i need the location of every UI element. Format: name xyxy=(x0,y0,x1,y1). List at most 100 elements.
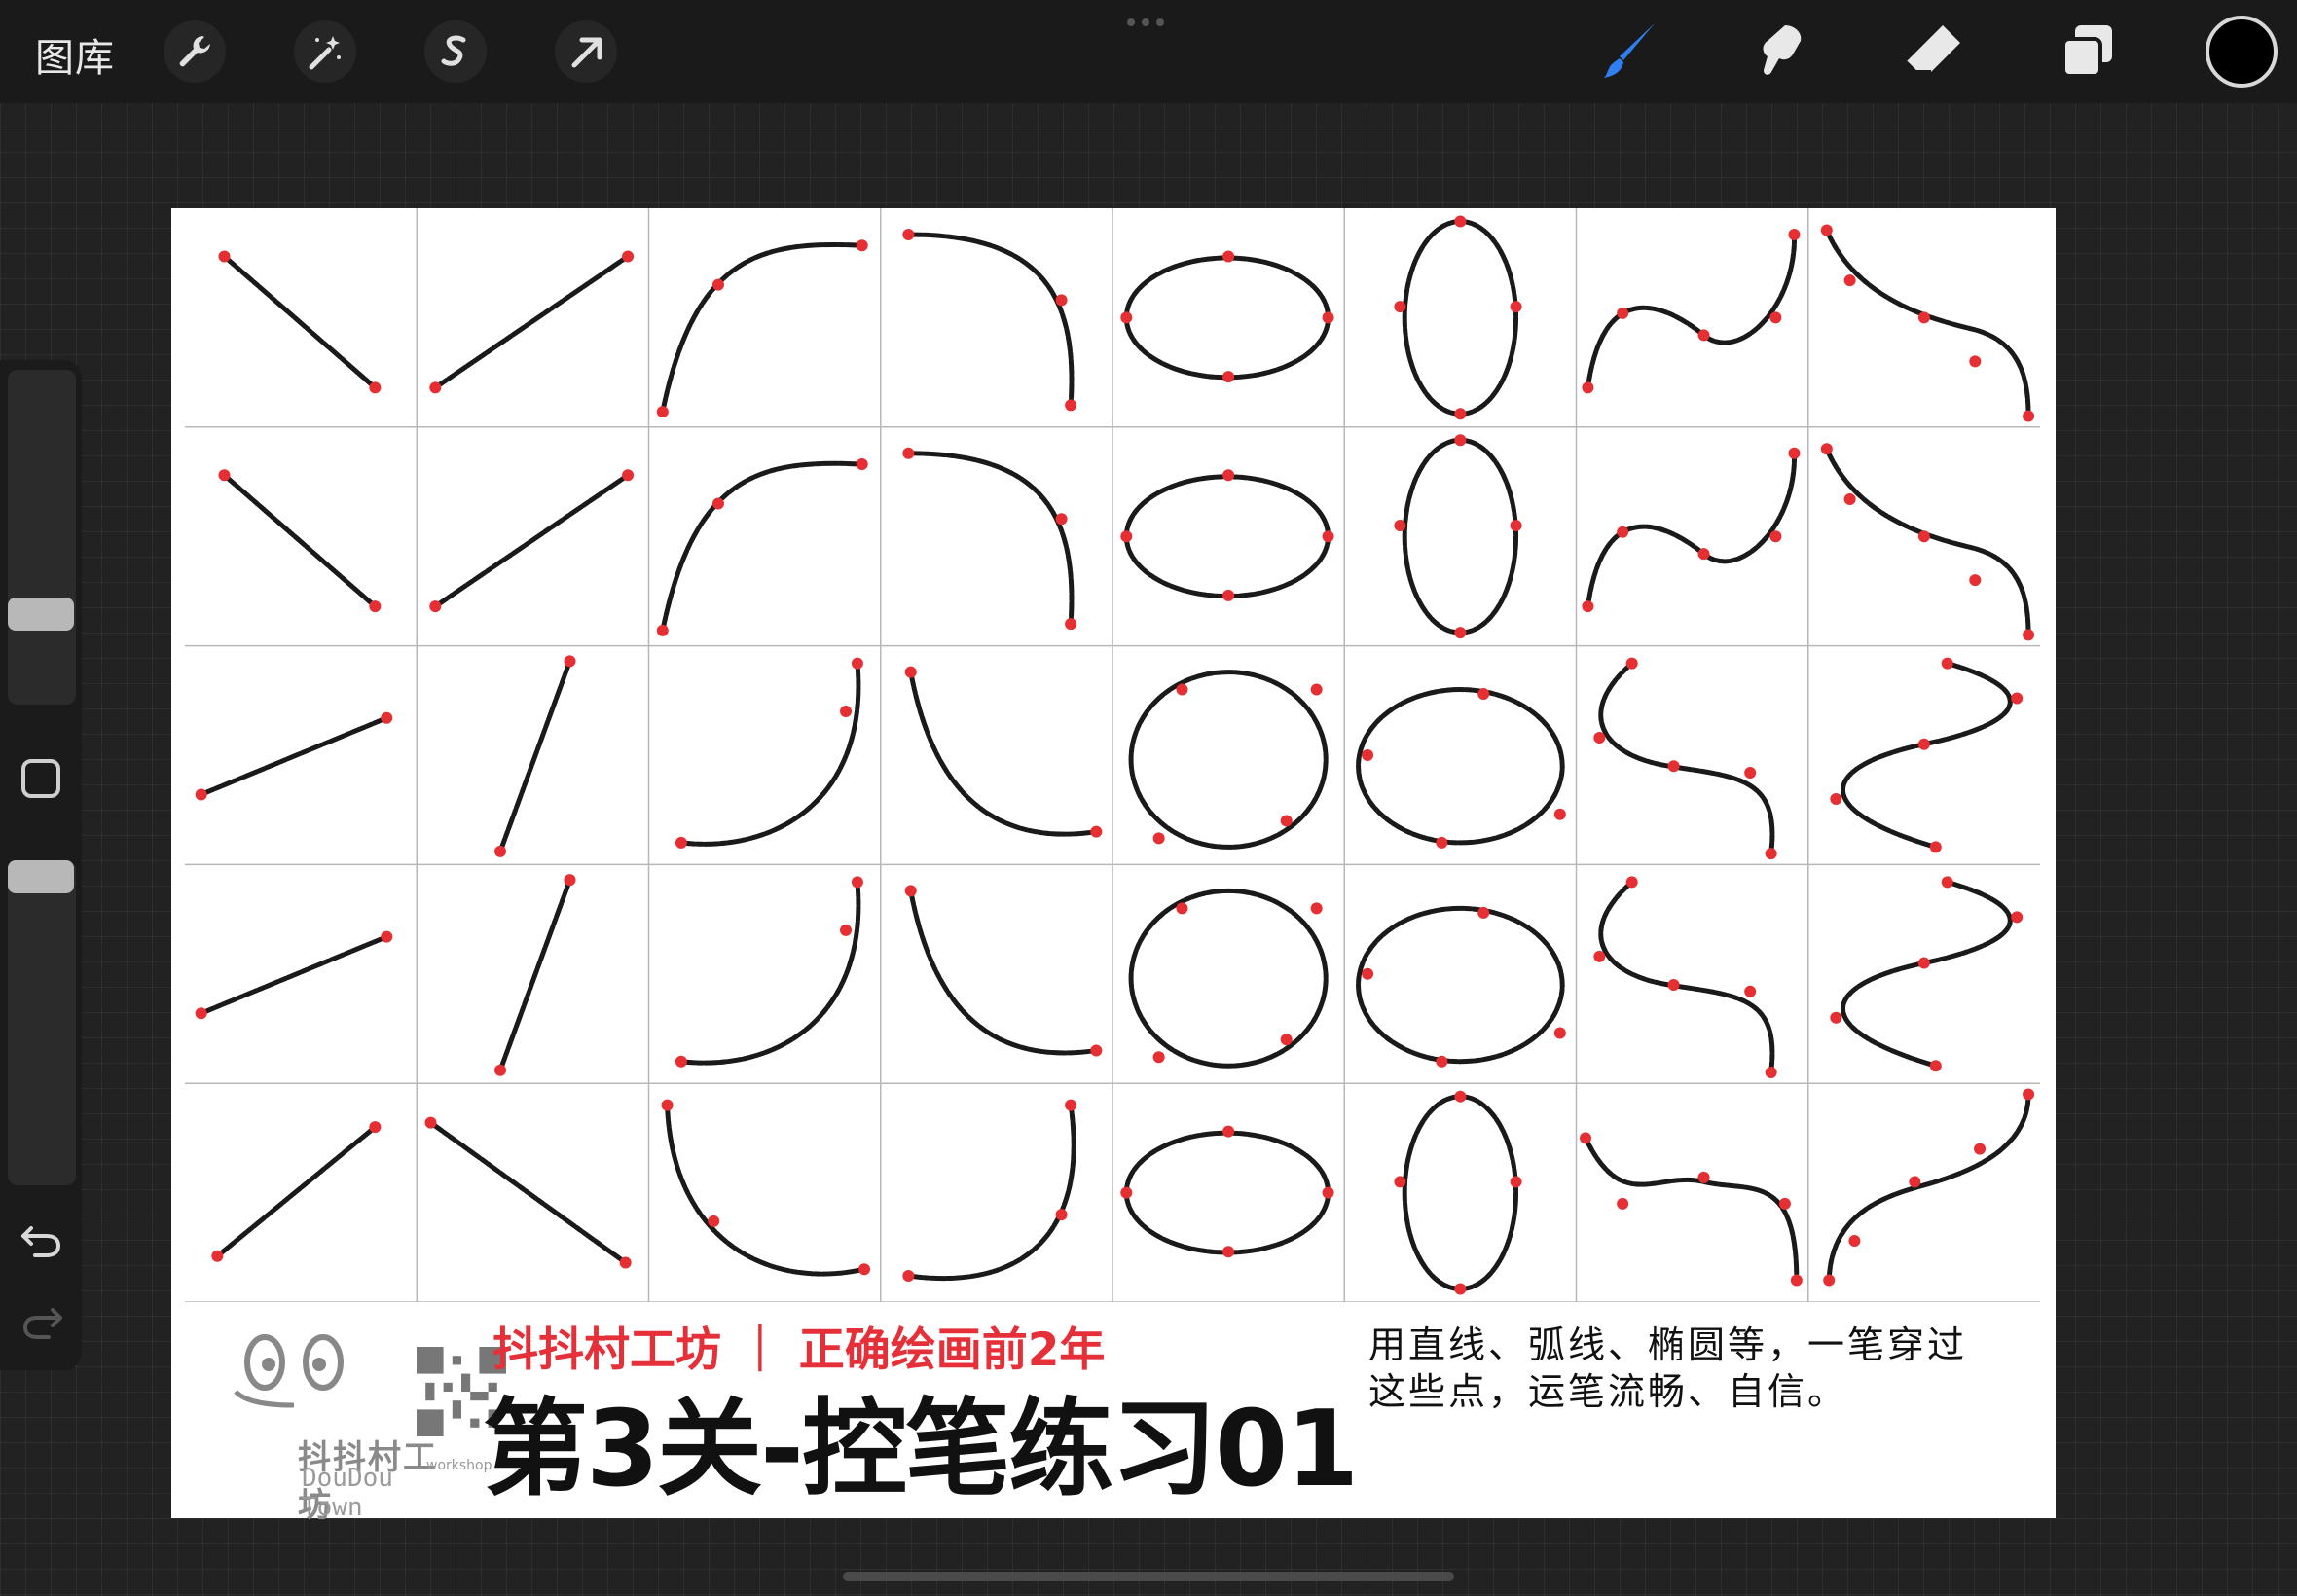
layers-button[interactable] xyxy=(2052,16,2124,88)
brush-tool-button[interactable] xyxy=(1592,16,1664,88)
guide-point xyxy=(902,1270,915,1283)
guide-point xyxy=(1322,311,1334,324)
guide-point xyxy=(675,836,687,849)
guide-point xyxy=(1969,355,1982,368)
guide-point xyxy=(858,1263,871,1276)
opacity-handle[interactable] xyxy=(8,860,74,893)
guide-point xyxy=(564,874,576,887)
practice-stroke xyxy=(435,256,628,387)
practice-stroke xyxy=(1829,1094,2028,1280)
guide-point xyxy=(381,930,393,943)
guide-point xyxy=(1176,683,1188,696)
guide-point xyxy=(1788,228,1801,240)
guide-point xyxy=(1617,1197,1629,1210)
practice-stroke xyxy=(435,475,628,606)
actions-button[interactable] xyxy=(164,20,226,83)
transform-button[interactable] xyxy=(555,20,617,83)
guide-point xyxy=(195,788,207,801)
guide-point xyxy=(1454,1283,1467,1295)
guide-point xyxy=(1065,1099,1077,1111)
practice-stroke xyxy=(668,1106,865,1274)
drawing-canvas[interactable]: 抖抖村工坊 DouDou Town workshop 抖抖村工坊 ｜ 正确绘画前… xyxy=(171,208,2056,1525)
color-picker-button[interactable] xyxy=(2206,16,2278,88)
transform-arrow-icon xyxy=(571,37,602,68)
guide-point xyxy=(369,600,382,613)
smudge-icon xyxy=(1763,25,1802,75)
guide-point xyxy=(1222,469,1235,482)
guide-point xyxy=(1222,1246,1235,1258)
practice-stroke xyxy=(1131,890,1326,1066)
guide-point xyxy=(619,1256,632,1269)
guide-point xyxy=(1510,1176,1522,1188)
guide-point xyxy=(1454,434,1467,447)
adjustments-button[interactable] xyxy=(294,20,356,83)
guide-point xyxy=(851,876,863,889)
practice-stroke xyxy=(1126,477,1328,597)
guide-point xyxy=(1152,1051,1165,1064)
guide-point xyxy=(1362,749,1374,761)
guide-point xyxy=(1065,399,1077,412)
practice-stroke xyxy=(431,1123,626,1263)
eraser-tool-button[interactable] xyxy=(1898,16,1970,88)
practice-stroke xyxy=(908,235,1072,405)
guide-point xyxy=(1322,1186,1334,1199)
practice-stroke xyxy=(908,453,1072,624)
guide-point xyxy=(1322,530,1334,543)
guide-point xyxy=(1394,519,1406,531)
guide-point xyxy=(429,600,442,613)
guide-point xyxy=(2011,911,2024,924)
guide-point xyxy=(1769,311,1782,324)
guide-point xyxy=(1974,1143,1987,1155)
guide-point xyxy=(429,381,442,394)
practice-stroke xyxy=(911,890,1097,1053)
guide-point xyxy=(1820,443,1833,455)
gallery-button[interactable]: 图库 xyxy=(35,26,115,83)
guide-point xyxy=(1769,530,1782,543)
guide-point xyxy=(1553,808,1566,820)
guide-point xyxy=(1697,548,1710,561)
guide-point xyxy=(1823,1274,1836,1287)
modify-button[interactable] xyxy=(21,759,60,798)
guide-point xyxy=(1969,574,1982,587)
guide-point xyxy=(1917,738,1930,750)
guide-point xyxy=(1917,530,1930,543)
guide-point xyxy=(218,469,231,482)
guide-point xyxy=(840,924,853,936)
undo-icon[interactable] xyxy=(19,1216,64,1261)
brush-size-slider[interactable] xyxy=(8,370,76,705)
guide-point xyxy=(1790,1274,1803,1287)
guide-point xyxy=(656,406,669,418)
smudge-tool-button[interactable] xyxy=(1744,16,1816,88)
guide-point xyxy=(1593,732,1606,744)
guide-point xyxy=(1280,815,1293,827)
brand-logo: 抖抖村工坊 DouDou Town workshop xyxy=(226,1324,506,1525)
practice-stroke xyxy=(663,244,862,412)
window-grabber[interactable] xyxy=(1127,18,1164,26)
guide-point xyxy=(1152,832,1165,845)
guide-point xyxy=(1120,1186,1133,1199)
brush-size-handle[interactable] xyxy=(8,598,74,631)
guide-point xyxy=(1222,1125,1235,1138)
guide-point xyxy=(1454,408,1467,420)
guide-point xyxy=(1222,589,1235,601)
home-indicator[interactable] xyxy=(843,1572,1454,1581)
guide-point xyxy=(1917,957,1930,969)
guide-point xyxy=(656,624,669,636)
practice-stroke xyxy=(1404,1097,1515,1289)
practice-stroke xyxy=(500,661,569,852)
guide-point xyxy=(1362,967,1374,980)
practice-grid xyxy=(185,208,2040,1302)
guide-point xyxy=(1667,760,1680,773)
redo-icon[interactable] xyxy=(19,1298,64,1343)
guide-point xyxy=(1510,301,1522,313)
guide-point xyxy=(851,657,863,670)
selection-button[interactable] xyxy=(424,20,487,83)
practice-stroke xyxy=(681,882,858,1063)
guide-point xyxy=(1667,979,1680,992)
guide-point xyxy=(1830,1011,1842,1024)
opacity-slider[interactable] xyxy=(8,860,76,1185)
guide-point xyxy=(1820,224,1833,236)
guide-point xyxy=(1120,530,1133,543)
guide-point xyxy=(1830,792,1842,805)
guide-point xyxy=(1765,1066,1777,1078)
